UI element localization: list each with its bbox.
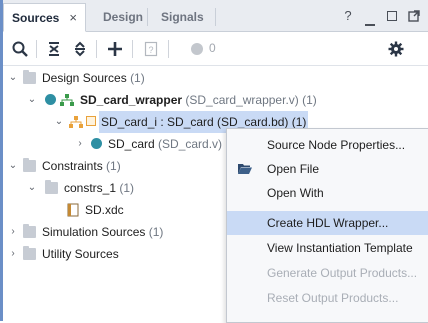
chevron-right-icon[interactable]: ›	[75, 133, 85, 155]
chevron-right-icon[interactable]: ›	[8, 243, 18, 265]
xdc-label: SD.xdc	[85, 203, 124, 217]
menu-item-source-node-properties[interactable]: Source Node Properties...	[227, 133, 428, 157]
menu-item-reset-output-products[interactable]: Reset Output Products...	[227, 286, 428, 310]
folder-icon	[23, 224, 36, 238]
tab-strip: Sources × Design Signals ?	[3, 0, 428, 32]
svg-text:?: ?	[148, 45, 153, 55]
tab-separator	[147, 8, 148, 26]
constrs-label: constrs_1	[64, 181, 117, 195]
module-dot-icon	[45, 94, 56, 105]
design-sources-label: Design Sources	[42, 71, 127, 85]
tab-design[interactable]: Design	[95, 4, 151, 31]
open-folder-icon	[238, 164, 252, 174]
menu-item-open-file[interactable]: Open File	[227, 157, 428, 181]
wrapper-file: (SD_card_wrapper.v) (1)	[185, 93, 317, 107]
sd-card-name: SD_card	[108, 137, 155, 151]
constraints-label: Constraints	[42, 159, 103, 173]
utility-label: Utility Sources	[42, 247, 119, 261]
sd-card-file: (SD_card.v)	[158, 137, 223, 151]
tab-separator	[215, 8, 216, 26]
menu-item-label: Reset Output Products...	[267, 291, 399, 305]
chevron-down-icon[interactable]: ⌄	[27, 177, 37, 199]
menu-item-label: Open File	[267, 162, 320, 176]
tab-signals-label: Signals	[161, 10, 204, 24]
context-menu: Source Node Properties... Open File Open…	[226, 128, 428, 323]
folder-icon	[23, 158, 36, 172]
menu-item-open-with[interactable]: Open With	[227, 181, 428, 205]
chevron-right-icon[interactable]: ›	[8, 221, 18, 243]
hierarchy-icon	[60, 94, 74, 106]
simulation-label: Simulation Sources	[42, 225, 146, 239]
constraints-count: (1)	[106, 159, 121, 173]
chevron-down-icon[interactable]: ⌄	[8, 67, 18, 89]
add-icon[interactable]	[104, 38, 126, 60]
toolbar: ? 0	[3, 32, 428, 66]
design-sources-count: (1)	[130, 71, 145, 85]
status-dot-icon	[186, 38, 208, 60]
chevron-down-icon[interactable]: ⌄	[54, 111, 64, 133]
xdc-file-icon	[67, 203, 79, 217]
menu-item-view-instantiation-template[interactable]: View Instantiation Template	[227, 236, 428, 260]
tab-signals[interactable]: Signals	[153, 4, 212, 31]
menu-item-create-hdl-wrapper[interactable]: Create HDL Wrapper...	[227, 211, 428, 235]
menu-item-label: Source Node Properties...	[267, 138, 406, 152]
collapse-all-icon[interactable]	[43, 38, 65, 60]
search-icon[interactable]	[9, 38, 31, 60]
menu-item-label: Open With	[267, 186, 324, 200]
message-count: 0	[209, 41, 216, 55]
menu-item-label: Generate Output Products...	[267, 266, 418, 280]
module-dot-icon	[91, 138, 102, 149]
menu-item-generate-output-products[interactable]: Generate Output Products...	[227, 261, 428, 285]
sources-panel: Sources × Design Signals ? ? 0 ⌄ Design …	[0, 0, 428, 323]
constrs-count: (1)	[119, 181, 135, 195]
block-design-icon	[69, 116, 83, 128]
menu-item-label: View Instantiation Template	[267, 241, 413, 255]
close-icon[interactable]: ×	[69, 10, 77, 25]
tab-design-label: Design	[103, 10, 144, 24]
chevron-down-icon[interactable]: ⌄	[27, 89, 37, 111]
bd-file-icon	[86, 116, 96, 126]
menu-item-label: Create HDL Wrapper...	[267, 216, 389, 230]
gear-icon[interactable]	[385, 38, 407, 60]
toolbar-separator	[96, 40, 97, 58]
tree-node-sd-card-wrapper[interactable]: ⌄ SD_card_wrapper (SD_card_wrapper.v) (1…	[3, 89, 428, 111]
question-file-icon[interactable]: ?	[140, 38, 162, 60]
folder-icon	[23, 70, 36, 84]
toolbar-separator	[168, 40, 169, 58]
chevron-down-icon[interactable]: ⌄	[8, 155, 18, 177]
tab-sources[interactable]: Sources ×	[3, 3, 86, 32]
window-controls: ?	[342, 0, 420, 31]
folder-icon	[23, 246, 36, 260]
toolbar-separator	[132, 40, 133, 58]
toolbar-separator	[36, 40, 37, 58]
tree-node-design-sources[interactable]: ⌄ Design Sources (1)	[3, 67, 428, 89]
expand-all-icon[interactable]	[69, 38, 91, 60]
tab-sources-label: Sources	[12, 11, 60, 25]
wrapper-name: SD_card_wrapper	[80, 93, 183, 107]
help-icon[interactable]: ?	[342, 8, 354, 23]
simulation-count: (1)	[148, 225, 164, 239]
folder-icon	[45, 180, 58, 194]
